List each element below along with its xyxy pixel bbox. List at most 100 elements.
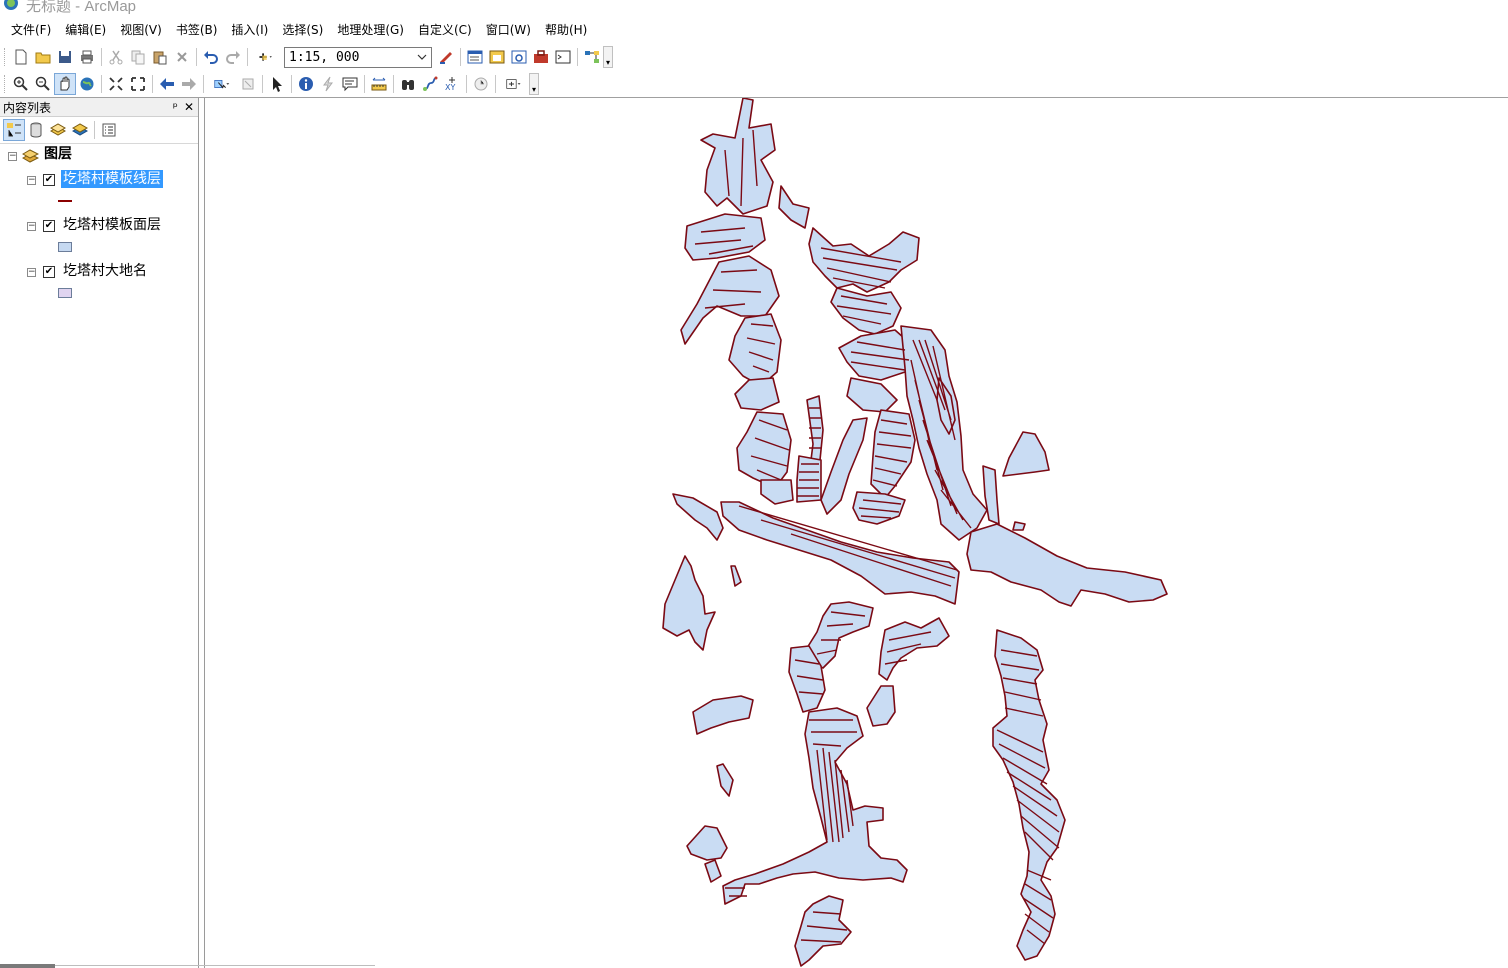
clock-icon [474, 77, 488, 91]
layers-group-label[interactable]: 图层 [44, 145, 72, 163]
menu-bookmarks[interactable]: 书签(B) [169, 19, 225, 42]
map-display[interactable] [204, 98, 1508, 968]
pan-button[interactable] [54, 73, 76, 95]
toc-title: 内容列表 [3, 100, 52, 115]
layer-label-polygon[interactable]: 圪塔村模板面层 [61, 216, 163, 234]
close-icon[interactable]: ✕ [184, 100, 194, 114]
layer-visibility-checkbox[interactable]: ✔ [43, 266, 55, 278]
toolbar-separator [152, 75, 153, 93]
modelbuilder-button[interactable] [581, 46, 603, 68]
arrow-right-icon [182, 78, 196, 90]
map-scale-combobox[interactable]: 1:15, 000 [284, 46, 432, 68]
viewer-window-icon [506, 79, 521, 89]
toolbar-separator [577, 48, 578, 66]
toc-header: 内容列表 ᵖ ✕ [0, 98, 198, 117]
new-document-icon [15, 49, 27, 65]
table-of-contents-button[interactable] [464, 46, 486, 68]
list-by-visibility-button[interactable] [47, 119, 69, 141]
pan-hand-icon [60, 76, 70, 91]
collapse-layer-toggle[interactable]: − [27, 176, 36, 185]
fixed-zoom-in-icon [109, 77, 123, 91]
line-symbol-swatch[interactable] [58, 200, 72, 202]
lightning-icon [323, 76, 333, 92]
list-by-drawing-order-button[interactable] [3, 119, 25, 141]
layer-label-line[interactable]: 圪塔村模板线层 [61, 170, 163, 188]
toc-options-button[interactable] [98, 119, 120, 141]
toolbar-separator [247, 48, 248, 66]
pin-icon[interactable]: ᵖ [173, 100, 178, 114]
go-to-xy-button[interactable]: XY [441, 73, 463, 95]
toolbar-grip[interactable] [4, 48, 7, 66]
save-icon [59, 51, 71, 63]
layer-visibility-checkbox[interactable]: ✔ [43, 220, 55, 232]
zoom-out-button[interactable] [32, 73, 54, 95]
menu-insert[interactable]: 插入(I) [224, 19, 275, 42]
ruler-icon [371, 77, 387, 91]
toolbar-overflow-button[interactable]: ▾ [603, 46, 613, 68]
collapse-layer-toggle[interactable]: − [27, 268, 36, 277]
arctoolbox-button[interactable] [530, 46, 552, 68]
find-button[interactable] [397, 73, 419, 95]
toolbar-separator [94, 121, 95, 139]
menu-windows[interactable]: 窗口(W) [479, 19, 538, 42]
clear-selection-button[interactable] [237, 73, 259, 95]
options-list-icon [102, 123, 116, 137]
redo-button[interactable] [222, 46, 244, 68]
layer-visibility-checkbox[interactable]: ✔ [43, 174, 55, 186]
search-window-icon [511, 50, 527, 64]
python-window-button[interactable] [552, 46, 574, 68]
menu-file[interactable]: 文件(F) [4, 19, 58, 42]
database-icon [30, 122, 42, 138]
add-data-button[interactable] [251, 46, 281, 68]
undo-button[interactable] [200, 46, 222, 68]
map-canvas[interactable] [205, 98, 1508, 968]
list-by-source-button[interactable] [25, 119, 47, 141]
select-features-button[interactable] [207, 73, 237, 95]
toolbar-separator [460, 48, 461, 66]
collapse-layer-toggle[interactable]: − [27, 222, 36, 231]
time-slider-button[interactable] [470, 73, 492, 95]
go-forward-extent-button[interactable] [178, 73, 200, 95]
menu-edit[interactable]: 编辑(E) [58, 19, 113, 42]
print-button[interactable] [76, 46, 98, 68]
paste-button[interactable] [149, 46, 171, 68]
html-popup-button[interactable] [339, 73, 361, 95]
list-by-selection-button[interactable] [69, 119, 91, 141]
menu-help[interactable]: 帮助(H) [538, 19, 594, 42]
fill-symbol-swatch[interactable] [58, 288, 72, 298]
menu-geoprocessing[interactable]: 地理处理(G) [330, 19, 411, 42]
search-window-button[interactable] [508, 46, 530, 68]
catalog-button[interactable] [486, 46, 508, 68]
editor-toolbar-button[interactable] [435, 46, 457, 68]
menu-customize[interactable]: 自定义(C) [411, 19, 479, 42]
zoom-in-button[interactable] [10, 73, 32, 95]
full-extent-button[interactable] [76, 73, 98, 95]
select-elements-button[interactable] [266, 73, 288, 95]
toolbar-separator [101, 75, 102, 93]
layer-label-placenames[interactable]: 圪塔村大地名 [61, 262, 149, 280]
cut-button[interactable] [105, 46, 127, 68]
zoom-in-icon [13, 76, 28, 91]
create-viewer-window-button[interactable] [499, 73, 529, 95]
svg-text:XY: XY [445, 83, 455, 92]
paste-icon [153, 51, 167, 65]
menu-selection[interactable]: 选择(S) [275, 19, 330, 42]
fill-symbol-swatch[interactable] [58, 242, 72, 252]
measure-button[interactable] [368, 73, 390, 95]
fixed-zoom-in-button[interactable] [105, 73, 127, 95]
save-button[interactable] [54, 46, 76, 68]
collapse-group-toggle[interactable]: − [8, 152, 17, 161]
delete-button[interactable] [171, 46, 193, 68]
open-button[interactable] [32, 46, 54, 68]
toolbar-grip[interactable] [4, 75, 7, 93]
copy-button[interactable] [127, 46, 149, 68]
hyperlink-button[interactable] [317, 73, 339, 95]
find-route-button[interactable] [419, 73, 441, 95]
go-back-extent-button[interactable] [156, 73, 178, 95]
info-icon [299, 77, 313, 91]
identify-button[interactable] [295, 73, 317, 95]
toolbar-overflow-button[interactable]: ▾ [529, 73, 539, 95]
fixed-zoom-out-button[interactable] [127, 73, 149, 95]
new-document-button[interactable] [10, 46, 32, 68]
menu-view[interactable]: 视图(V) [113, 19, 169, 42]
